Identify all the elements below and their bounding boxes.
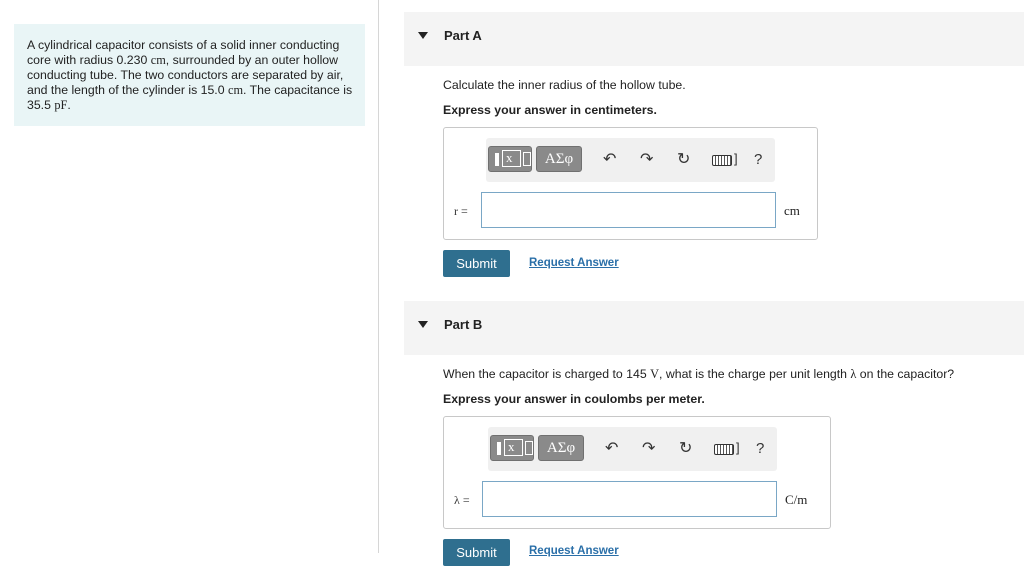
redo-icon[interactable]: ↷ bbox=[640, 152, 653, 168]
part-a-answer-input[interactable] bbox=[481, 192, 776, 228]
part-b-question-text-3: on the capacitor? bbox=[856, 367, 955, 381]
part-b-question-text-1: When the capacitor is charged to 145 bbox=[443, 367, 651, 381]
panel-divider bbox=[378, 0, 379, 553]
help-icon[interactable]: ? bbox=[756, 440, 764, 457]
problem-statement: A cylindrical capacitor consists of a so… bbox=[14, 24, 365, 126]
cursor-block-icon bbox=[495, 153, 499, 166]
part-b-question-text-2: , what is the charge per unit length bbox=[659, 367, 851, 381]
part-b-variable-label: λ = bbox=[454, 493, 470, 507]
part-a-title: Part A bbox=[444, 28, 482, 43]
part-b-unit: C/m bbox=[785, 492, 808, 507]
square-icon bbox=[525, 441, 533, 455]
reset-icon[interactable]: ↻ bbox=[679, 441, 692, 457]
keyboard-icon[interactable] bbox=[714, 444, 734, 455]
greek-symbols-button[interactable]: ΑΣφ bbox=[538, 435, 584, 461]
part-b-request-answer-link[interactable]: Request Answer bbox=[529, 545, 619, 557]
math-toolbar: x ΑΣφ ↶ ↷ ↻ ] ? bbox=[486, 138, 775, 182]
part-b-title: Part B bbox=[444, 317, 483, 332]
greek-symbols-button[interactable]: ΑΣφ bbox=[536, 146, 582, 172]
part-a-answer-box: x ΑΣφ ↶ ↷ ↻ ] ? r = cm bbox=[443, 127, 818, 240]
templates-button[interactable]: x bbox=[490, 435, 534, 461]
part-a-instruction: Express your answer in centimeters. bbox=[443, 103, 657, 117]
help-icon[interactable]: ? bbox=[754, 151, 762, 168]
undo-icon[interactable]: ↶ bbox=[603, 152, 616, 168]
part-b-answer-input[interactable] bbox=[482, 481, 777, 517]
redo-icon[interactable]: ↷ bbox=[642, 441, 655, 457]
reset-icon[interactable]: ↻ bbox=[677, 152, 690, 168]
part-a-request-answer-link[interactable]: Request Answer bbox=[529, 257, 619, 269]
math-toolbar: x ΑΣφ ↶ ↷ ↻ ] ? bbox=[488, 427, 777, 471]
unit-v: V bbox=[650, 367, 660, 381]
collapse-triangle-icon[interactable] bbox=[418, 321, 428, 328]
unit-cm-2: cm bbox=[227, 83, 244, 97]
part-a-unit: cm bbox=[784, 203, 800, 218]
keyboard-icon[interactable] bbox=[712, 155, 732, 166]
part-a-question: Calculate the inner radius of the hollow… bbox=[443, 78, 686, 92]
part-a-submit-button[interactable]: Submit bbox=[443, 250, 510, 277]
radicand-glyph: x bbox=[508, 439, 515, 454]
part-b-instruction: Express your answer in coulombs per mete… bbox=[443, 392, 705, 406]
undo-icon[interactable]: ↶ bbox=[605, 441, 618, 457]
cursor-block-icon bbox=[497, 442, 501, 455]
collapse-triangle-icon[interactable] bbox=[418, 32, 428, 39]
part-b-header[interactable]: Part B bbox=[404, 301, 1024, 355]
part-a-header[interactable]: Part A bbox=[404, 12, 1024, 66]
radicand-glyph: x bbox=[506, 150, 513, 165]
part-a-variable-label: r = bbox=[454, 204, 468, 218]
problem-text-4: . bbox=[67, 98, 71, 112]
part-b-answer-box: x ΑΣφ ↶ ↷ ↻ ] ? λ = C/m bbox=[443, 416, 831, 529]
keyboard-bracket: ] bbox=[736, 440, 740, 455]
templates-button[interactable]: x bbox=[488, 146, 532, 172]
unit-pf: pF bbox=[54, 98, 68, 112]
keyboard-bracket: ] bbox=[734, 151, 738, 166]
square-icon bbox=[523, 152, 531, 166]
unit-cm-1: cm bbox=[150, 53, 166, 67]
part-b-question: When the capacitor is charged to 145 V, … bbox=[443, 367, 954, 382]
